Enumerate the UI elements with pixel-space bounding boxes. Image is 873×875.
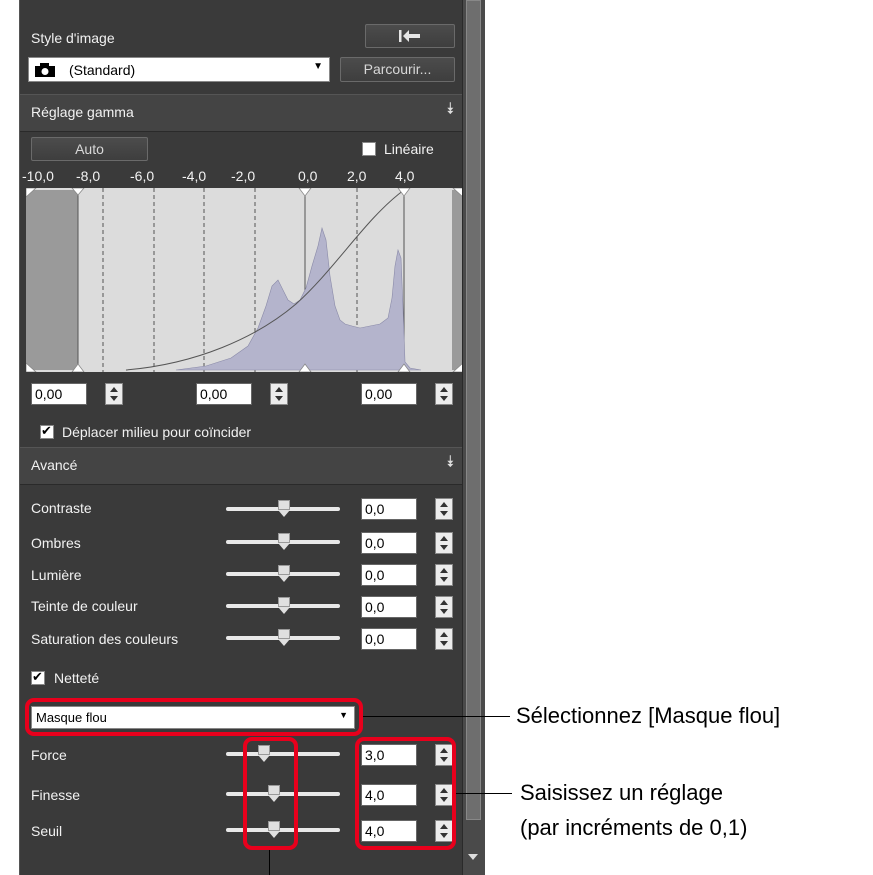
saturation-spinner[interactable]: 0,0	[361, 628, 453, 650]
annotation-enter-setting: Saisissez un réglage	[520, 780, 724, 805]
spinner-arrows-icon[interactable]	[435, 383, 453, 405]
gamma-header-label: Réglage gamma	[31, 104, 134, 120]
highlight-mode-combo	[25, 698, 363, 736]
slider-knob[interactable]	[278, 597, 290, 615]
gamma-histogram[interactable]	[26, 188, 463, 372]
spinner-arrows-icon[interactable]	[435, 498, 453, 520]
spinner-value[interactable]: 0,0	[361, 596, 417, 618]
gamma-white-point-spinner[interactable]: 0,00	[361, 383, 453, 405]
slider-knob[interactable]	[278, 533, 290, 551]
annotation-increments: (par incréments de 0,1)	[520, 815, 748, 840]
camera-icon	[35, 63, 55, 77]
spinner-value[interactable]: 0,0	[361, 628, 417, 650]
fineness-label: Finesse	[31, 787, 81, 803]
browse-button[interactable]: Parcourir...	[340, 57, 455, 82]
linear-label: Linéaire	[384, 141, 434, 157]
linear-checkbox[interactable]	[362, 142, 376, 156]
saturation-slider[interactable]	[226, 629, 340, 647]
callout-line	[363, 716, 510, 717]
highlights-label: Lumière	[31, 567, 82, 583]
picture-style-title: Style d'image	[31, 30, 115, 46]
gamma-black-point-spinner[interactable]: 0,00	[31, 383, 123, 405]
color-tone-label: Teinte de couleur	[31, 598, 138, 614]
vertical-scrollbar[interactable]	[462, 0, 485, 875]
contrast-spinner[interactable]: 0,0	[361, 498, 453, 520]
callout-line	[269, 850, 270, 875]
annotation-select-mask: Sélectionnez [Masque flou]	[516, 703, 781, 728]
shadows-slider[interactable]	[226, 533, 340, 551]
highlights-spinner[interactable]: 0,0	[361, 564, 453, 586]
threshold-label: Seuil	[31, 823, 63, 839]
collapse-chevron-icon[interactable]: ⯯	[445, 102, 455, 118]
strength-label: Force	[31, 747, 67, 763]
highlights-slider[interactable]	[226, 565, 340, 583]
callout-line	[456, 793, 512, 794]
axis-tick: 2,0	[347, 168, 367, 184]
spinner-value[interactable]: 0,00	[361, 383, 417, 405]
axis-tick: -6,0	[130, 168, 155, 184]
advanced-section-header[interactable]: Avancé ⯯	[20, 447, 463, 485]
shadows-label: Ombres	[31, 535, 81, 551]
chevron-down-icon: ▼	[313, 61, 323, 72]
saturation-label: Saturation des couleurs	[31, 631, 179, 647]
axis-tick: -10,0	[22, 168, 54, 184]
reset-arrow-icon	[399, 30, 420, 42]
contrast-label: Contraste	[31, 500, 92, 516]
spinner-arrows-icon[interactable]	[270, 383, 288, 405]
advanced-header-label: Avancé	[31, 457, 78, 473]
gamma-section-header[interactable]: Réglage gamma ⯯	[20, 94, 463, 132]
reset-button[interactable]	[365, 24, 455, 48]
axis-tick: -4,0	[182, 168, 207, 184]
contrast-slider[interactable]	[226, 500, 340, 518]
spinner-arrows-icon[interactable]	[435, 532, 453, 554]
move-midpoint-label: Déplacer milieu pour coïncider	[62, 424, 252, 440]
sharpness-checkbox[interactable]	[31, 669, 45, 685]
spinner-value[interactable]: 0,00	[196, 383, 252, 405]
color-tone-slider[interactable]	[226, 597, 340, 615]
scrollbar-thumb[interactable]	[466, 0, 481, 820]
spinner-arrows-icon[interactable]	[435, 564, 453, 586]
shadows-spinner[interactable]: 0,0	[361, 532, 453, 554]
axis-tick: -8,0	[76, 168, 101, 184]
spinner-arrows-icon[interactable]	[435, 628, 453, 650]
slider-knob[interactable]	[278, 500, 290, 518]
collapse-chevron-icon[interactable]: ⯯	[445, 455, 455, 471]
spinner-value[interactable]: 0,0	[361, 532, 417, 554]
highlight-sliders	[243, 737, 298, 850]
spinner-value[interactable]: 0,0	[361, 498, 417, 520]
picture-style-combo[interactable]: (Standard) ▼	[28, 57, 330, 82]
spinner-value[interactable]: 0,0	[361, 564, 417, 586]
spinner-arrows-icon[interactable]	[105, 383, 123, 405]
axis-tick: 4,0	[395, 168, 415, 184]
spinner-arrows-icon[interactable]	[435, 596, 453, 618]
move-midpoint-checkbox[interactable]	[40, 423, 54, 439]
axis-tick: -2,0	[231, 168, 256, 184]
highlight-spinners	[355, 737, 456, 850]
gamma-midpoint-spinner[interactable]: 0,00	[196, 383, 288, 405]
sharpness-label: Netteté	[54, 670, 100, 686]
color-tone-spinner[interactable]: 0,0	[361, 596, 453, 618]
slider-knob[interactable]	[278, 629, 290, 647]
spinner-value[interactable]: 0,00	[31, 383, 87, 405]
axis-tick: 0,0	[298, 168, 318, 184]
auto-button[interactable]: Auto	[31, 137, 148, 161]
picture-style-value: (Standard)	[69, 62, 136, 78]
slider-knob[interactable]	[278, 565, 290, 583]
scroll-down-arrow-icon[interactable]	[468, 854, 478, 860]
